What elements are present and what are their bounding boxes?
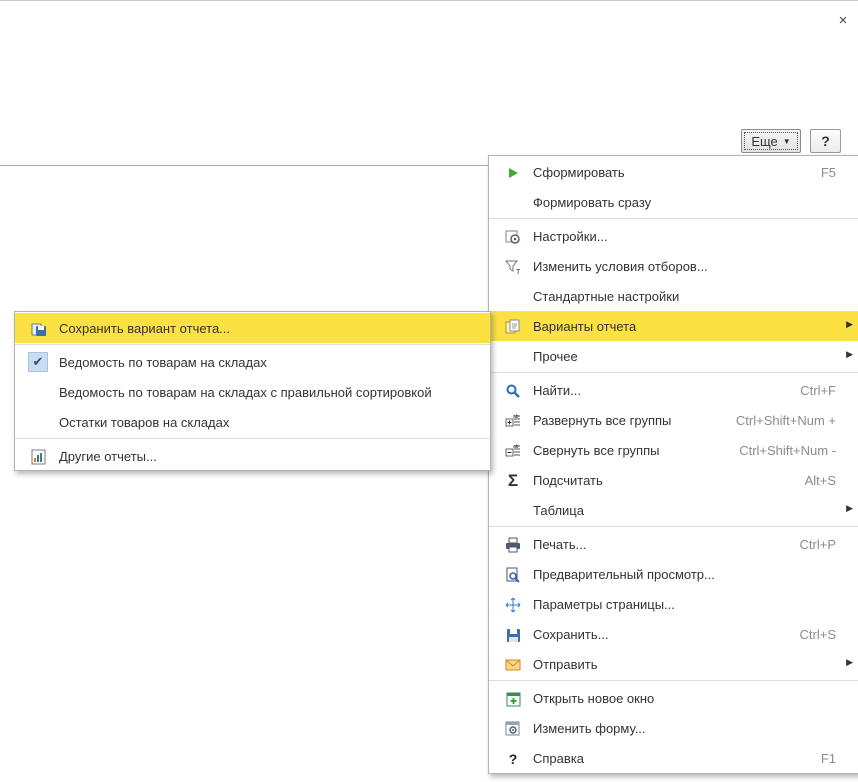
menu-item-label: Параметры страницы...	[533, 597, 675, 612]
submenu-item-label: Ведомость по товарам на складах с правил…	[59, 385, 432, 400]
more-button[interactable]: Еще ▼	[741, 129, 801, 153]
menu-item-label: Отправить	[533, 657, 598, 672]
menu-item-table[interactable]: Таблица ▶	[489, 495, 858, 525]
chevron-down-icon: ▼	[782, 136, 791, 146]
save-icon	[505, 627, 521, 643]
menu-item-label: Таблица	[533, 503, 584, 518]
more-button-label: Еще	[751, 133, 778, 149]
menu-item-standard-settings[interactable]: Стандартные настройки	[489, 281, 858, 311]
menu-item-label: Открыть новое окно	[533, 691, 655, 706]
menu-item-label: Изменить условия отборов...	[533, 259, 708, 274]
menu-separator	[15, 438, 490, 439]
menu-item-shortcut: Ctrl+S	[799, 627, 836, 642]
menu-item-label: Сформировать	[533, 165, 625, 180]
menu-item-shortcut: F1	[820, 751, 836, 766]
menu-item-settings[interactable]: Настройки...	[489, 221, 858, 251]
settings-icon	[505, 229, 521, 245]
play-icon	[505, 165, 521, 181]
menu-item-label: Формировать сразу	[533, 195, 652, 210]
menu-item-label: Сохранить...	[533, 627, 609, 642]
close-icon[interactable]: ×	[836, 13, 850, 28]
submenu-arrow-icon: ▶	[846, 503, 853, 513]
svg-text:T: T	[516, 269, 521, 275]
menu-separator	[489, 218, 858, 219]
submenu-item-label: Другие отчеты...	[59, 449, 157, 464]
svg-text:ab: ab	[513, 444, 519, 450]
new-window-icon	[505, 691, 521, 707]
envelope-icon	[505, 657, 521, 673]
search-icon	[505, 383, 521, 399]
window-top-border	[0, 0, 858, 1]
menu-separator	[489, 680, 858, 681]
submenu-item-label: Сохранить вариант отчета...	[59, 321, 231, 336]
more-actions-menu: Сформировать F5 Формировать сразу Настро…	[488, 155, 858, 774]
menu-item-label: Свернуть все группы	[533, 443, 660, 458]
menu-item-print-preview[interactable]: Предварительный просмотр...	[489, 559, 858, 589]
menu-item-shortcut: Ctrl+F	[800, 383, 836, 398]
sigma-icon: Σ	[507, 471, 519, 490]
menu-item-report-variants[interactable]: Варианты отчета ▶	[489, 311, 858, 341]
submenu-item-variant-stock-balances[interactable]: Остатки товаров на складах	[15, 407, 490, 437]
save-variant-icon	[31, 321, 47, 337]
collapse-groups-icon: ab	[505, 443, 521, 459]
menu-item-page-setup[interactable]: Параметры страницы...	[489, 589, 858, 619]
submenu-item-variant-stock-sheet-sorted[interactable]: Ведомость по товарам на складах с правил…	[15, 377, 490, 407]
submenu-item-label: Ведомость по товарам на складах	[59, 355, 267, 370]
filter-icon: T	[505, 259, 521, 275]
submenu-arrow-icon: ▶	[846, 349, 853, 359]
svg-text:ab: ab	[513, 414, 519, 420]
menu-item-send[interactable]: Отправить ▶	[489, 649, 858, 679]
menu-item-label: Настройки...	[533, 229, 608, 244]
other-reports-icon	[31, 449, 47, 465]
menu-item-shortcut: Ctrl+P	[799, 537, 836, 552]
menu-item-label: Развернуть все группы	[533, 413, 672, 428]
submenu-item-other-reports[interactable]: Другие отчеты...	[15, 441, 490, 471]
page-setup-icon	[505, 597, 521, 613]
menu-item-shortcut: Ctrl+Shift+Num +	[735, 413, 836, 428]
menu-separator	[489, 372, 858, 373]
submenu-item-variant-stock-sheet[interactable]: ✔ Ведомость по товарам на складах	[15, 347, 490, 377]
menu-item-generate-immediately[interactable]: Формировать сразу	[489, 187, 858, 217]
menu-item-label: Предварительный просмотр...	[533, 567, 715, 582]
form-divider	[0, 165, 490, 166]
menu-item-find[interactable]: Найти... Ctrl+F	[489, 375, 858, 405]
menu-item-label: Печать...	[533, 537, 587, 552]
menu-item-label: Изменить форму...	[533, 721, 646, 736]
menu-item-label: Прочее	[533, 349, 578, 364]
menu-item-print[interactable]: Печать... Ctrl+P	[489, 529, 858, 559]
menu-item-shortcut: F5	[820, 165, 836, 180]
report-variants-icon	[505, 319, 521, 335]
submenu-item-save-variant[interactable]: Сохранить вариант отчета...	[15, 313, 490, 343]
menu-item-label: Справка	[533, 751, 584, 766]
menu-item-open-new-window[interactable]: Открыть новое окно	[489, 683, 858, 713]
menu-item-generate[interactable]: Сформировать F5	[489, 157, 858, 187]
menu-item-label: Стандартные настройки	[533, 289, 680, 304]
printer-icon	[505, 537, 521, 553]
menu-separator	[15, 344, 490, 345]
menu-item-help[interactable]: ? Справка F1	[489, 743, 858, 773]
menu-item-collapse-groups[interactable]: ab Свернуть все группы Ctrl+Shift+Num -	[489, 435, 858, 465]
menu-item-change-filters[interactable]: T Изменить условия отборов...	[489, 251, 858, 281]
menu-item-expand-groups[interactable]: ab Развернуть все группы Ctrl+Shift+Num …	[489, 405, 858, 435]
menu-item-label: Найти...	[533, 383, 581, 398]
help-icon: ?	[508, 751, 518, 767]
menu-item-shortcut: Ctrl+Shift+Num -	[739, 443, 836, 458]
help-button[interactable]: ?	[810, 129, 841, 153]
check-icon: ✔	[28, 352, 48, 372]
print-preview-icon	[505, 567, 521, 583]
edit-form-icon	[505, 721, 521, 737]
submenu-arrow-icon: ▶	[846, 657, 853, 667]
report-variants-submenu: Сохранить вариант отчета... ✔ Ведомость …	[14, 311, 491, 471]
menu-item-shortcut: Alt+S	[804, 473, 836, 488]
menu-item-label: Варианты отчета	[533, 319, 637, 334]
menu-item-other[interactable]: Прочее ▶	[489, 341, 858, 371]
expand-groups-icon: ab	[505, 413, 521, 429]
menu-item-save[interactable]: Сохранить... Ctrl+S	[489, 619, 858, 649]
submenu-item-label: Остатки товаров на складах	[59, 415, 230, 430]
menu-item-calculate[interactable]: Σ Подсчитать Alt+S	[489, 465, 858, 495]
menu-item-label: Подсчитать	[533, 473, 603, 488]
menu-separator	[489, 526, 858, 527]
menu-item-edit-form[interactable]: Изменить форму...	[489, 713, 858, 743]
submenu-arrow-icon: ▶	[846, 319, 853, 329]
